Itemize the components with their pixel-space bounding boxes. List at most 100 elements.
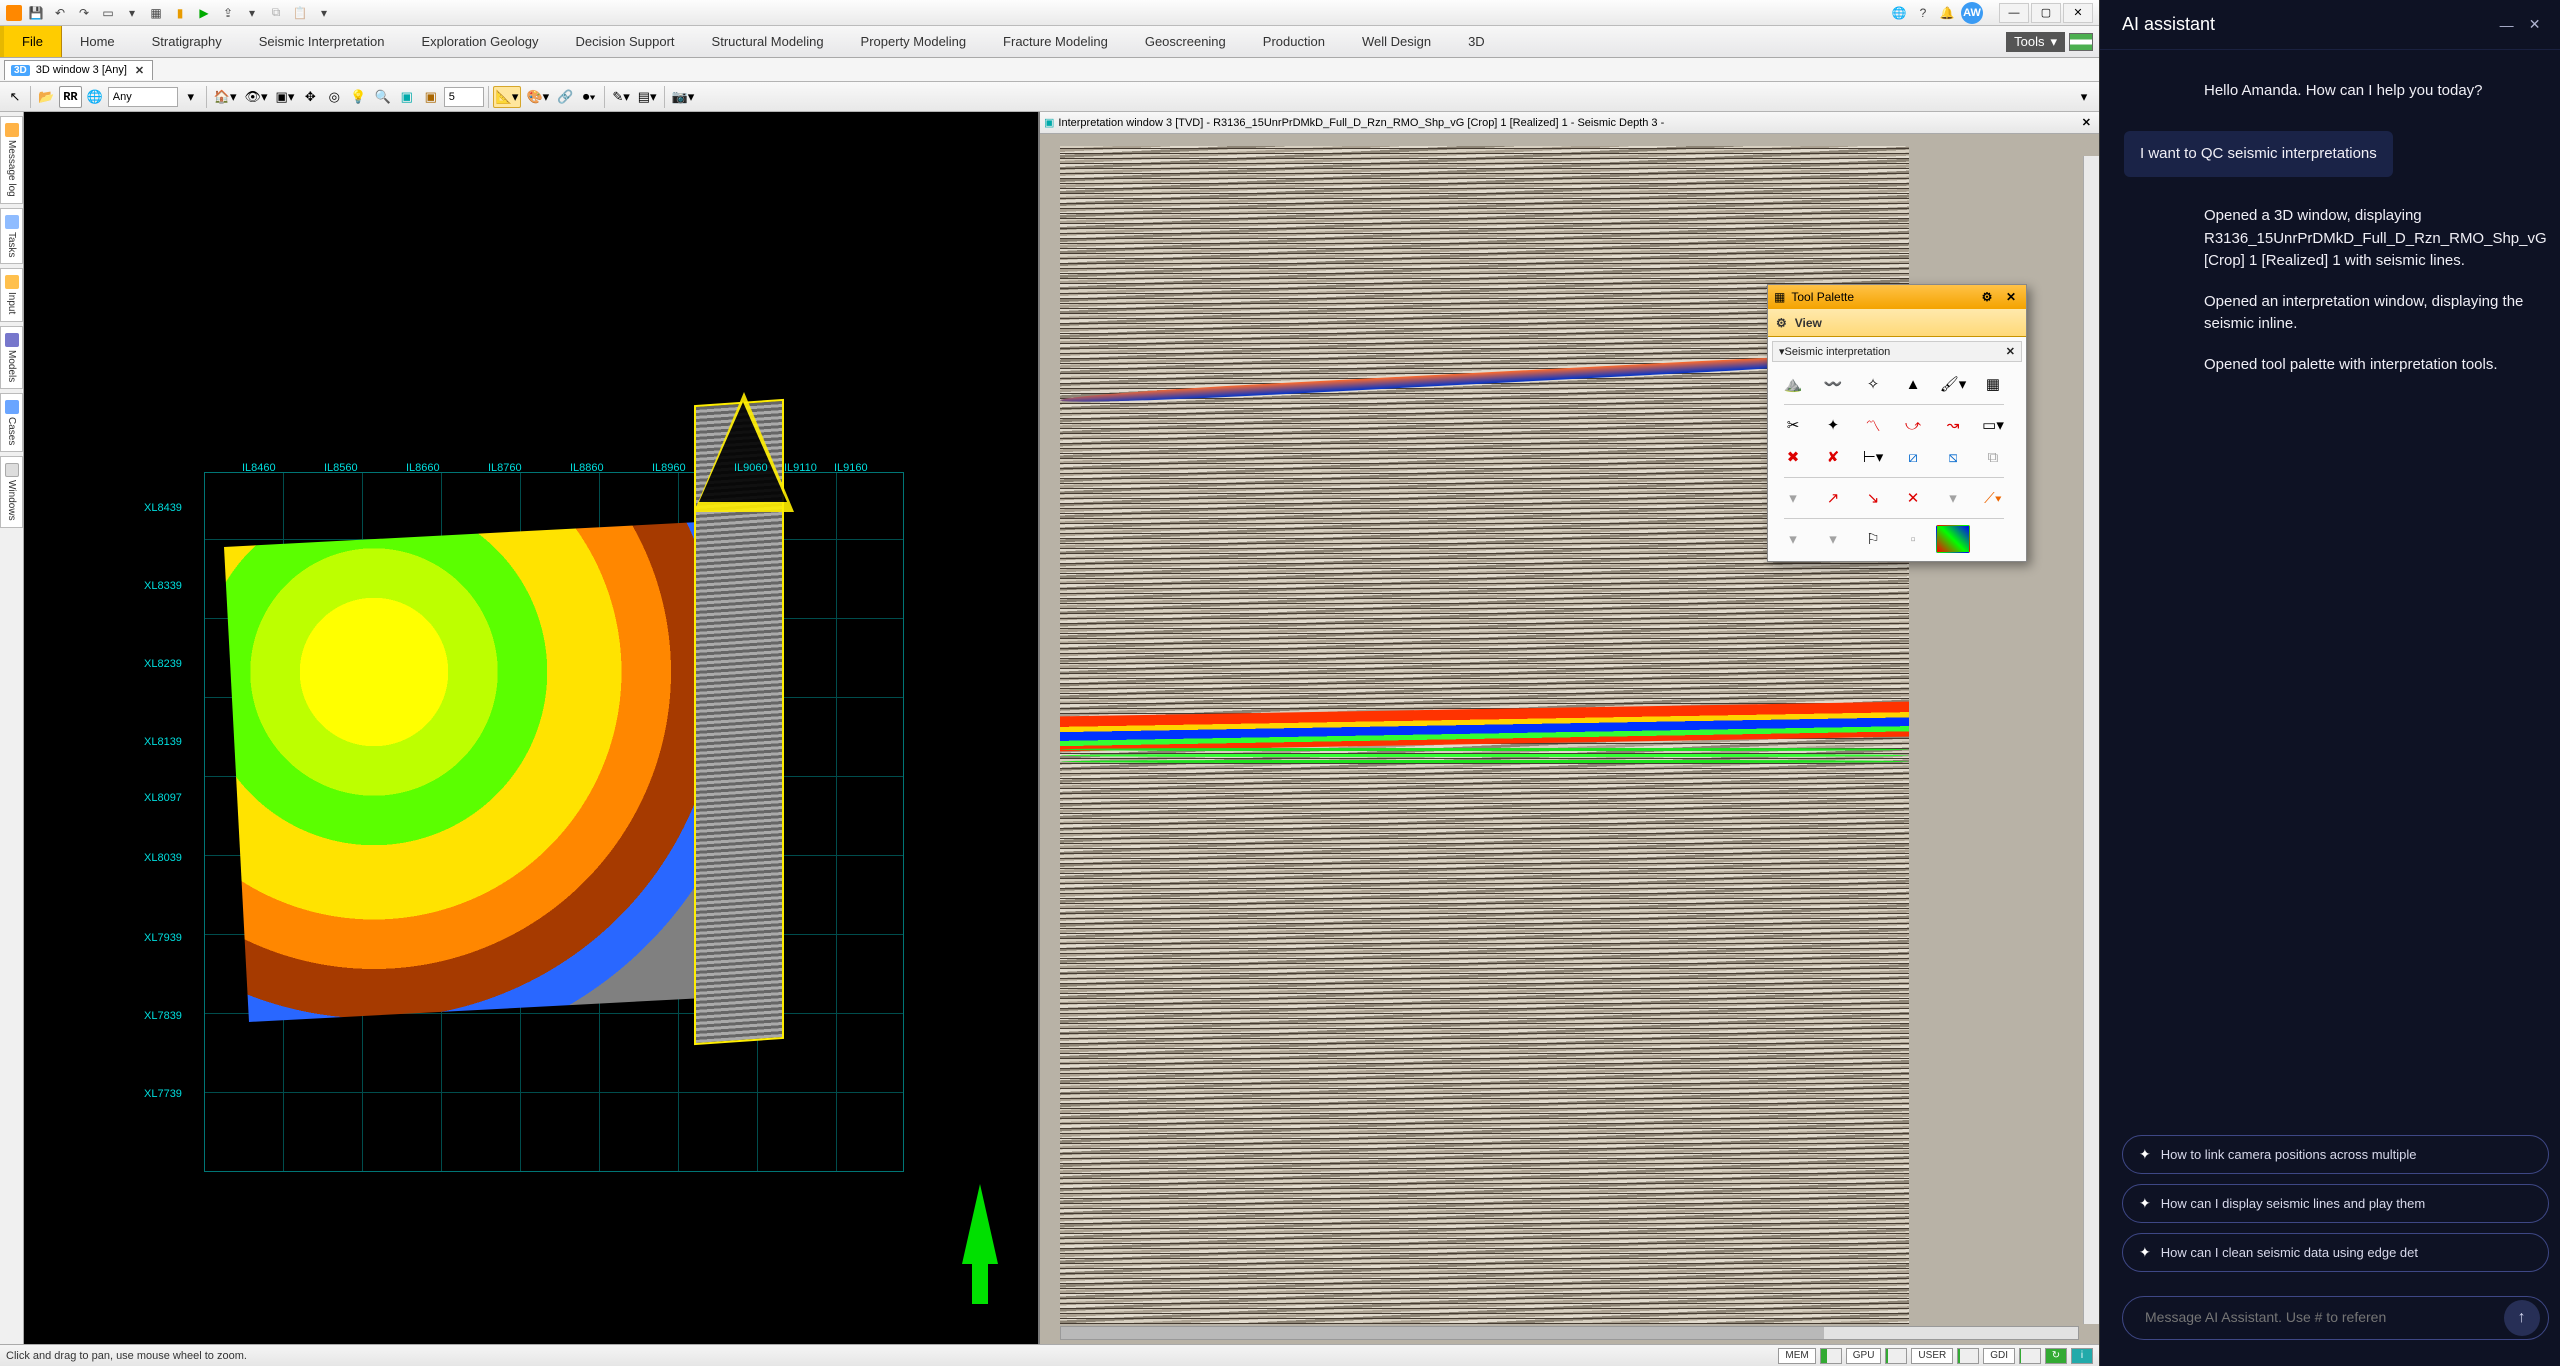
ribbon-tools-dropdown[interactable]: Tools ▾	[2006, 32, 2065, 52]
help-icon[interactable]: ?	[1913, 3, 1933, 23]
doc-tab-3d-window[interactable]: 3D 3D window 3 [Any] ✕	[4, 60, 153, 80]
ribbon-tab-file[interactable]: File	[0, 26, 62, 57]
close-button[interactable]: ✕	[2063, 3, 2093, 23]
chevron-down-icon[interactable]: ▾	[180, 86, 202, 108]
ribbon-tab-home[interactable]: Home	[62, 26, 134, 57]
globe-icon[interactable]: 🌐	[1889, 3, 1909, 23]
ribbon-tab-stratigraphy[interactable]: Stratigraphy	[134, 26, 241, 57]
tool-3dtrack-icon[interactable]: ▲	[1896, 370, 1930, 398]
side-tab-models[interactable]: Models	[0, 326, 23, 389]
measure-icon[interactable]: 📐▾	[493, 86, 522, 108]
redo-icon[interactable]: ↷	[74, 3, 94, 23]
tab-close-icon[interactable]: ✕	[133, 64, 146, 77]
chart-icon[interactable]: ▮	[170, 3, 190, 23]
ribbon-tab-geoscreening[interactable]: Geoscreening	[1127, 26, 1245, 57]
tool-palette-section-header[interactable]: ▾ Seismic interpretation ✕	[1772, 341, 2022, 362]
tool-rect-icon[interactable]: ▭▾	[1976, 411, 2010, 439]
ribbon-tab-exploration-geology[interactable]: Exploration Geology	[403, 26, 557, 57]
eye-icon[interactable]: 👁▾	[242, 86, 271, 108]
seismic-section-canvas[interactable]: ▦ Tool Palette ⚙ ✕ ⚙ View ▾ Seismic inte…	[1040, 134, 2099, 1344]
zoom-icon[interactable]: 🔍	[372, 86, 394, 108]
qat-dropdown-icon[interactable]: ▾	[314, 3, 334, 23]
tool-drop4-icon[interactable]: ▾	[1816, 525, 1850, 553]
tool-spark-icon[interactable]: ✦	[1816, 411, 1850, 439]
minimize-button[interactable]: —	[1999, 3, 2029, 23]
side-tab-cases[interactable]: Cases	[0, 393, 23, 452]
layer-icon[interactable]: ▤▾	[635, 86, 660, 108]
tool-eraser-icon[interactable]: ✘	[1816, 443, 1850, 471]
play-icon[interactable]: ▶	[194, 3, 214, 23]
new-window-icon[interactable]: ▭	[98, 3, 118, 23]
cursor-icon[interactable]: ↖	[4, 86, 26, 108]
tool-seed-icon[interactable]: ✧	[1856, 370, 1890, 398]
cube2-icon[interactable]: ▣	[420, 86, 442, 108]
camera-icon[interactable]: 📷▾	[669, 86, 698, 108]
side-tab-windows[interactable]: Windows	[0, 456, 23, 528]
open-icon[interactable]: 📂	[35, 86, 57, 108]
grid-icon[interactable]: ▦	[146, 3, 166, 23]
tool-grid-icon[interactable]: ▦	[1976, 370, 2010, 398]
tool-fault2-icon[interactable]: ⧅	[1936, 443, 1970, 471]
spin-input[interactable]	[444, 87, 484, 107]
link-icon[interactable]: 🔗	[554, 86, 576, 108]
ribbon-tab-fracture-modeling[interactable]: Fracture Modeling	[985, 26, 1127, 57]
tool-erase-point-icon[interactable]: ✂	[1776, 411, 1810, 439]
interp-horizontal-scrollbar[interactable]	[1060, 1326, 2079, 1340]
ai-input-box[interactable]: ↑	[2122, 1296, 2549, 1340]
ai-close-icon[interactable]: ✕	[2521, 11, 2549, 39]
ai-minimize-icon[interactable]: —	[2493, 11, 2521, 39]
ribbon-tab-structural-modeling[interactable]: Structural Modeling	[694, 26, 843, 57]
ai-suggestion-3[interactable]: ✦How can I clean seismic data using edge…	[2122, 1233, 2549, 1272]
tool-poly-icon[interactable]: ⟋▾	[1976, 484, 2010, 512]
save-icon[interactable]: 💾	[26, 3, 46, 23]
tool-drop3-icon[interactable]: ▾	[1776, 525, 1810, 553]
tool-upslope-icon[interactable]: ↗	[1816, 484, 1850, 512]
ai-suggestion-1[interactable]: ✦How to link camera positions across mul…	[2122, 1135, 2549, 1174]
more-dropdown-icon[interactable]: ▾	[242, 3, 262, 23]
tool-delete-icon[interactable]: ✖	[1776, 443, 1810, 471]
user-avatar[interactable]: AW	[1961, 2, 1983, 24]
record-icon[interactable]: ⏺▾	[578, 86, 600, 108]
status-gpu[interactable]: GPU	[1846, 1348, 1882, 1364]
cube-icon[interactable]: ▣	[396, 86, 418, 108]
tool-pick-icon[interactable]: 〽	[1856, 411, 1890, 439]
rr-button[interactable]: RR	[59, 86, 81, 108]
globe2-icon[interactable]: 🌐	[84, 86, 106, 108]
tool-paint-icon[interactable]: 🖌▾	[1936, 370, 1970, 398]
status-refresh-icon[interactable]: ↻	[2045, 1348, 2067, 1364]
side-tab-tasks[interactable]: Tasks	[0, 208, 23, 265]
tool-autotrack-icon[interactable]: 〰️	[1816, 370, 1850, 398]
target-icon[interactable]: ◎	[323, 86, 345, 108]
status-info-icon[interactable]: i	[2071, 1348, 2093, 1364]
status-gdi[interactable]: GDI	[1983, 1348, 2015, 1364]
copy-icon[interactable]: ⧉	[266, 3, 286, 23]
ribbon-tab-production[interactable]: Production	[1245, 26, 1344, 57]
light-icon[interactable]: 💡	[347, 86, 369, 108]
pane-3d-window[interactable]: IL8460 IL8560 IL8660 IL8760 IL8860 IL896…	[24, 112, 1040, 1344]
tool-pick3-icon[interactable]: ↝	[1936, 411, 1970, 439]
bbox-icon[interactable]: ▣▾	[273, 86, 298, 108]
palette-pin-icon[interactable]: ⚙	[1978, 288, 1996, 306]
flag-icon[interactable]	[2069, 33, 2093, 51]
scope-input[interactable]	[108, 87, 178, 107]
side-tab-input[interactable]: Input	[0, 268, 23, 321]
ribbon-tab-3d[interactable]: 3D	[1450, 26, 1504, 57]
tool-pick2-icon[interactable]: ⤻	[1896, 411, 1930, 439]
undo-icon[interactable]: ↶	[50, 3, 70, 23]
tool-drop1-icon[interactable]: ▾	[1776, 484, 1810, 512]
status-user[interactable]: USER	[1911, 1348, 1953, 1364]
ai-text-input[interactable]	[2145, 1309, 2494, 1325]
ribbon-tab-property-modeling[interactable]: Property Modeling	[843, 26, 986, 57]
tool-palette-view-row[interactable]: ⚙ View	[1768, 309, 2026, 337]
side-tab-message-log[interactable]: Message log	[0, 116, 23, 204]
palette-icon[interactable]: 🎨▾	[523, 86, 552, 108]
ribbon-tab-seismic-interpretation[interactable]: Seismic Interpretation	[241, 26, 404, 57]
palette-close-icon[interactable]: ✕	[2002, 288, 2020, 306]
fit-icon[interactable]: ✥	[299, 86, 321, 108]
tool-cross-icon[interactable]: ✕	[1896, 484, 1930, 512]
status-mem[interactable]: MEM	[1778, 1348, 1815, 1364]
ai-suggestion-2[interactable]: ✦How can I display seismic lines and pla…	[2122, 1184, 2549, 1223]
export-icon[interactable]: ⇪	[218, 3, 238, 23]
maximize-button[interactable]: ▢	[2031, 3, 2061, 23]
interp-close-icon[interactable]: ✕	[2078, 116, 2095, 129]
